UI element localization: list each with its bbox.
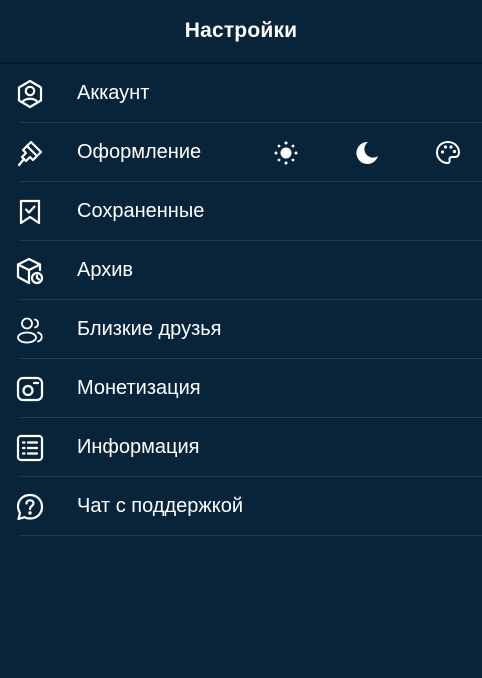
menu-item-label: Информация xyxy=(77,436,200,458)
account-icon xyxy=(15,79,45,109)
list-icon xyxy=(15,433,45,463)
archive-box-icon xyxy=(15,256,45,286)
menu-item-close-friends[interactable]: Близкие друзья xyxy=(0,300,482,359)
menu-item-support[interactable]: Чат с поддержкой xyxy=(0,477,482,536)
page-title: Настройки xyxy=(184,19,298,42)
menu-item-label: Архив xyxy=(77,259,134,281)
palette-icon[interactable] xyxy=(433,138,463,168)
menu-item-info[interactable]: Информация xyxy=(0,418,482,477)
menu-item-archive[interactable]: Архив xyxy=(0,241,482,300)
paintbrush-icon xyxy=(15,138,45,168)
menu-item-appearance[interactable]: Оформление xyxy=(0,123,482,182)
settings-menu: Аккаунт Оформление Сохраненные Архив Бли… xyxy=(0,64,482,536)
menu-item-account[interactable]: Аккаунт xyxy=(0,64,482,123)
monetization-icon xyxy=(15,374,45,404)
theme-switcher xyxy=(252,123,482,182)
menu-item-label: Монетизация xyxy=(77,377,201,399)
bookmark-check-icon xyxy=(15,197,45,227)
menu-item-saved[interactable]: Сохраненные xyxy=(0,182,482,241)
help-chat-icon xyxy=(15,492,45,522)
header: Настройки xyxy=(0,0,482,63)
sun-icon[interactable] xyxy=(271,138,301,168)
moon-icon[interactable] xyxy=(352,138,382,168)
menu-item-label: Сохраненные xyxy=(77,200,205,222)
menu-item-label: Аккаунт xyxy=(77,82,150,104)
menu-item-label: Оформление xyxy=(77,141,202,163)
friends-icon xyxy=(15,315,45,345)
menu-item-monetization[interactable]: Монетизация xyxy=(0,359,482,418)
menu-item-label: Близкие друзья xyxy=(77,318,222,340)
menu-item-label: Чат с поддержкой xyxy=(77,495,244,517)
